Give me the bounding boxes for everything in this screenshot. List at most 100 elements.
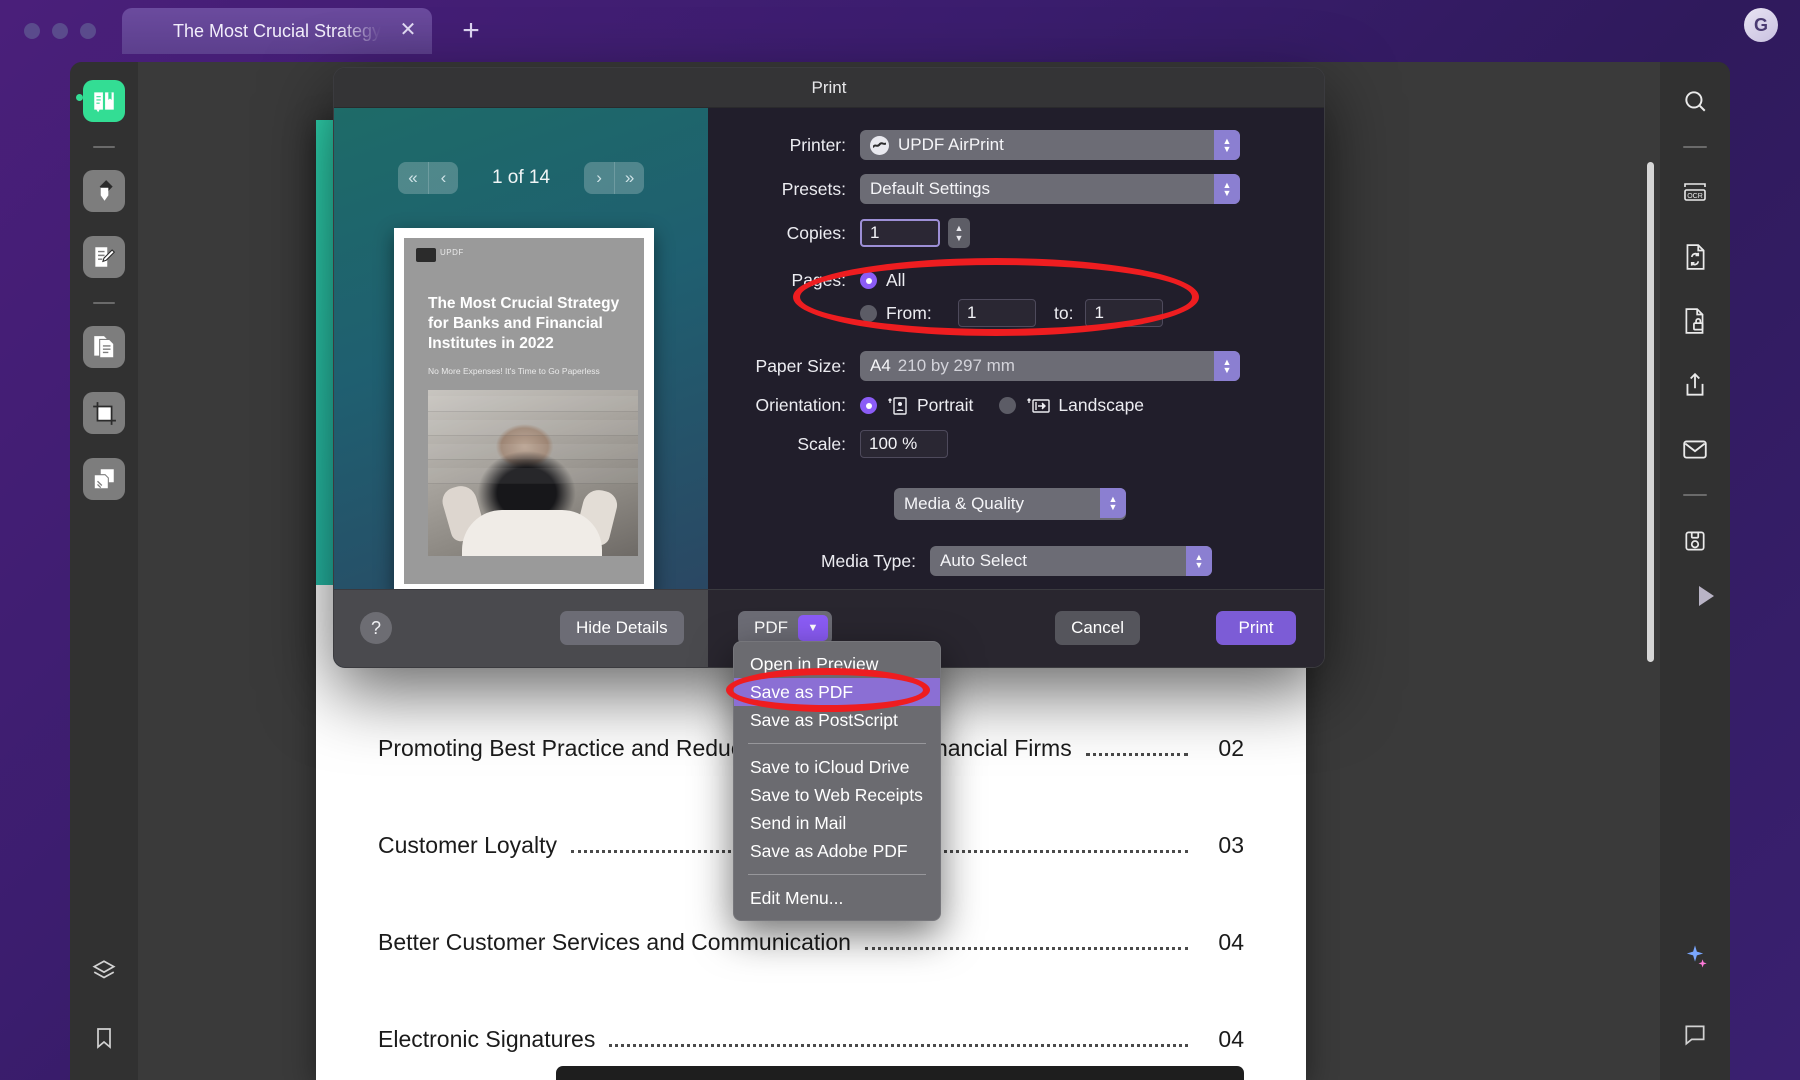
media-type-label: Media Type: [820,550,916,571]
sparkle-icon[interactable] [1676,938,1714,976]
close-icon[interactable]: ✕ [398,20,418,41]
pages-range-radio[interactable] [860,304,877,322]
preview-forward-group: › » [584,162,645,194]
crop-icon [93,402,116,425]
orientation-landscape-radio[interactable] [999,397,1017,414]
media-type-row: Media Type: Auto Select ▲ ▼ [708,546,1324,576]
floppy-save-icon[interactable] [1676,522,1714,560]
last-page-icon[interactable]: » [614,162,644,194]
scale-input[interactable]: 100 % [860,430,948,458]
updf-logo-icon-thumb [416,248,436,262]
pages-to-input[interactable]: 1 [1085,299,1164,327]
toc-title: Promoting Best Practice and Reducing Wor… [378,735,1072,761]
print-dialog-titlebar: Print [334,68,1324,108]
printer-select[interactable]: UPDF AirPrint ▲ ▼ [860,130,1240,160]
lock-document-icon[interactable] [1676,302,1714,340]
print-settings-pane: Printer: UPDF AirPrint ▲ ▼ Presets: Defau… [708,108,1324,667]
print-button[interactable]: Print [1216,611,1296,645]
right-rail-divider [1683,146,1707,148]
menu-item-save-to-icloud-drive[interactable]: Save to iCloud Drive [734,753,940,781]
paper-size-value: A4 [870,356,891,375]
copies-label: Copies: [786,222,846,243]
paper-size-row: Paper Size: A4 210 by 297 mm ▲ ▼ [708,351,1324,381]
chevron-updown-icon[interactable]: ▲ ▼ [1214,130,1240,160]
hide-details-button[interactable]: Hide Details [560,611,684,645]
pages-all-label: All [886,270,906,290]
document-scrollbar[interactable] [1647,162,1654,662]
first-page-icon[interactable]: « [398,162,428,194]
layers-icon[interactable] [91,958,117,989]
pages-all-radio[interactable] [860,272,877,289]
orientation-portrait-radio[interactable] [860,397,877,414]
feature-value: Media & Quality [904,494,1024,513]
maximize-window-button[interactable] [80,23,96,39]
pdf-dropdown-menu[interactable]: Open in Preview Save as PDF Save as PostSc… [733,641,941,921]
right-rail-bottom [1676,938,1714,1054]
left-rail-bottom [91,958,117,1056]
menu-item-open-in-preview[interactable]: Open in Preview [734,650,940,678]
chevron-updown-icon-presets[interactable]: ▲ ▼ [1214,174,1240,204]
previous-page-icon[interactable]: ‹ [427,162,458,194]
menu-item-save-as-pdf[interactable]: Save as PDF [734,678,940,706]
menu-item-save-to-web-receipts[interactable]: Save to Web Receipts [734,781,940,809]
toc-row[interactable]: Better Customer Services and Communicati… [378,929,1244,956]
sidebar-item-reader[interactable] [83,80,125,122]
close-window-button[interactable] [24,23,40,39]
chevron-updown-icon-paper[interactable]: ▲ ▼ [1214,351,1240,381]
rail-divider-2 [93,302,115,304]
menu-item-save-as-adobe-pdf[interactable]: Save as Adobe PDF [734,837,940,865]
search-icon[interactable] [1676,82,1714,120]
sidebar-item-edit[interactable] [83,236,125,278]
toc-row[interactable]: Electronic Signatures 04 [378,1026,1244,1053]
airprint-icon [870,135,889,155]
sidebar-item-pages[interactable] [83,326,125,368]
thumbnail-hero: UPDF The Most Crucial Strategy for Banks… [404,238,644,584]
chevron-down-icon[interactable]: ▼ [798,615,828,641]
sidebar-item-highlight[interactable] [83,170,125,212]
mail-icon[interactable] [1676,430,1714,468]
chevron-updown-icon-media[interactable]: ▲ ▼ [1186,546,1212,576]
menu-item-save-as-postscript[interactable]: Save as PostScript [734,706,940,734]
presets-row: Presets: Default Settings ▲ ▼ [708,174,1324,204]
thumbnail-title: The Most Crucial Strategy for Banks and … [428,295,620,353]
pages-icon [94,336,115,359]
ocr-icon[interactable]: OCR [1676,174,1714,212]
sidebar-item-batch[interactable] [83,458,125,500]
book-reader-icon [94,92,114,113]
minimize-window-button[interactable] [52,23,68,39]
presets-select[interactable]: Default Settings ▲ ▼ [860,174,1240,204]
print-dialog: Print « ‹ 1 of 14 › » UPDF The Most Cruc… [333,67,1325,668]
copies-stepper[interactable]: ▲ ▼ [948,218,970,248]
thumbnail-logo-text: UPDF [440,248,464,257]
plus-icon[interactable]: + [456,16,486,46]
convert-document-icon[interactable] [1676,238,1714,276]
presets-value: Default Settings [870,179,991,198]
next-page-icon[interactable]: › [584,162,614,194]
cancel-button[interactable]: Cancel [1055,611,1140,645]
left-toolbar [70,62,138,1080]
copies-input[interactable]: 1 [860,219,940,247]
avatar[interactable]: G [1744,8,1778,42]
paper-size-select[interactable]: A4 210 by 297 mm ▲ ▼ [860,351,1240,381]
menu-separator [748,874,926,875]
tab-document[interactable]: The Most Crucial Strategy ✕ [122,8,432,54]
sidebar-item-crop[interactable] [83,392,125,434]
comment-icon[interactable] [1676,1016,1714,1054]
share-icon[interactable] [1676,366,1714,404]
play-triangle-icon[interactable] [1698,586,1714,606]
preview-thumbnail: UPDF The Most Crucial Strategy for Banks… [394,228,654,594]
pages-from-input[interactable]: 1 [958,299,1036,327]
application-root: The Most Crucial Strategy ✕ + G Promotin… [0,0,1800,1080]
orientation-label: Orientation: [755,395,846,415]
menu-item-send-in-mail[interactable]: Send in Mail [734,809,940,837]
traffic-lights [24,23,96,39]
chevron-updown-icon-feature[interactable]: ▲ ▼ [1100,488,1126,518]
menu-item-edit-menu[interactable]: Edit Menu... [734,884,940,912]
pages-all-row: Pages: All [708,270,1324,291]
media-type-select[interactable]: Auto Select ▲ ▼ [930,546,1212,576]
pdf-button[interactable]: PDF ▼ [738,611,832,645]
help-button[interactable]: ? [360,612,392,644]
bookmark-icon[interactable] [92,1025,116,1056]
orientation-landscape-label: Landscape [1058,395,1145,415]
feature-select[interactable]: Media & Quality ▲ ▼ [894,488,1126,520]
